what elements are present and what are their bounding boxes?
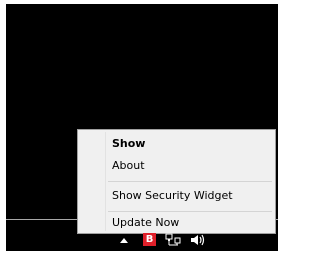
network-icon[interactable] (165, 233, 181, 247)
system-tray: B (119, 233, 229, 247)
security-app-icon[interactable]: B (143, 233, 156, 246)
menu-separator (108, 181, 272, 182)
show-hidden-icons-arrow-icon[interactable] (119, 233, 129, 247)
menu-item-update-now[interactable]: Update Now (78, 212, 275, 234)
menu-item-about[interactable]: About (78, 155, 275, 177)
speaker-icon[interactable] (190, 233, 206, 247)
tray-context-menu: Show About Show Security Widget Update N… (77, 129, 276, 234)
menu-item-show-security-widget[interactable]: Show Security Widget (78, 185, 275, 207)
desktop-screen: Show About Show Security Widget Update N… (6, 4, 278, 251)
menu-item-show[interactable]: Show (78, 133, 275, 155)
